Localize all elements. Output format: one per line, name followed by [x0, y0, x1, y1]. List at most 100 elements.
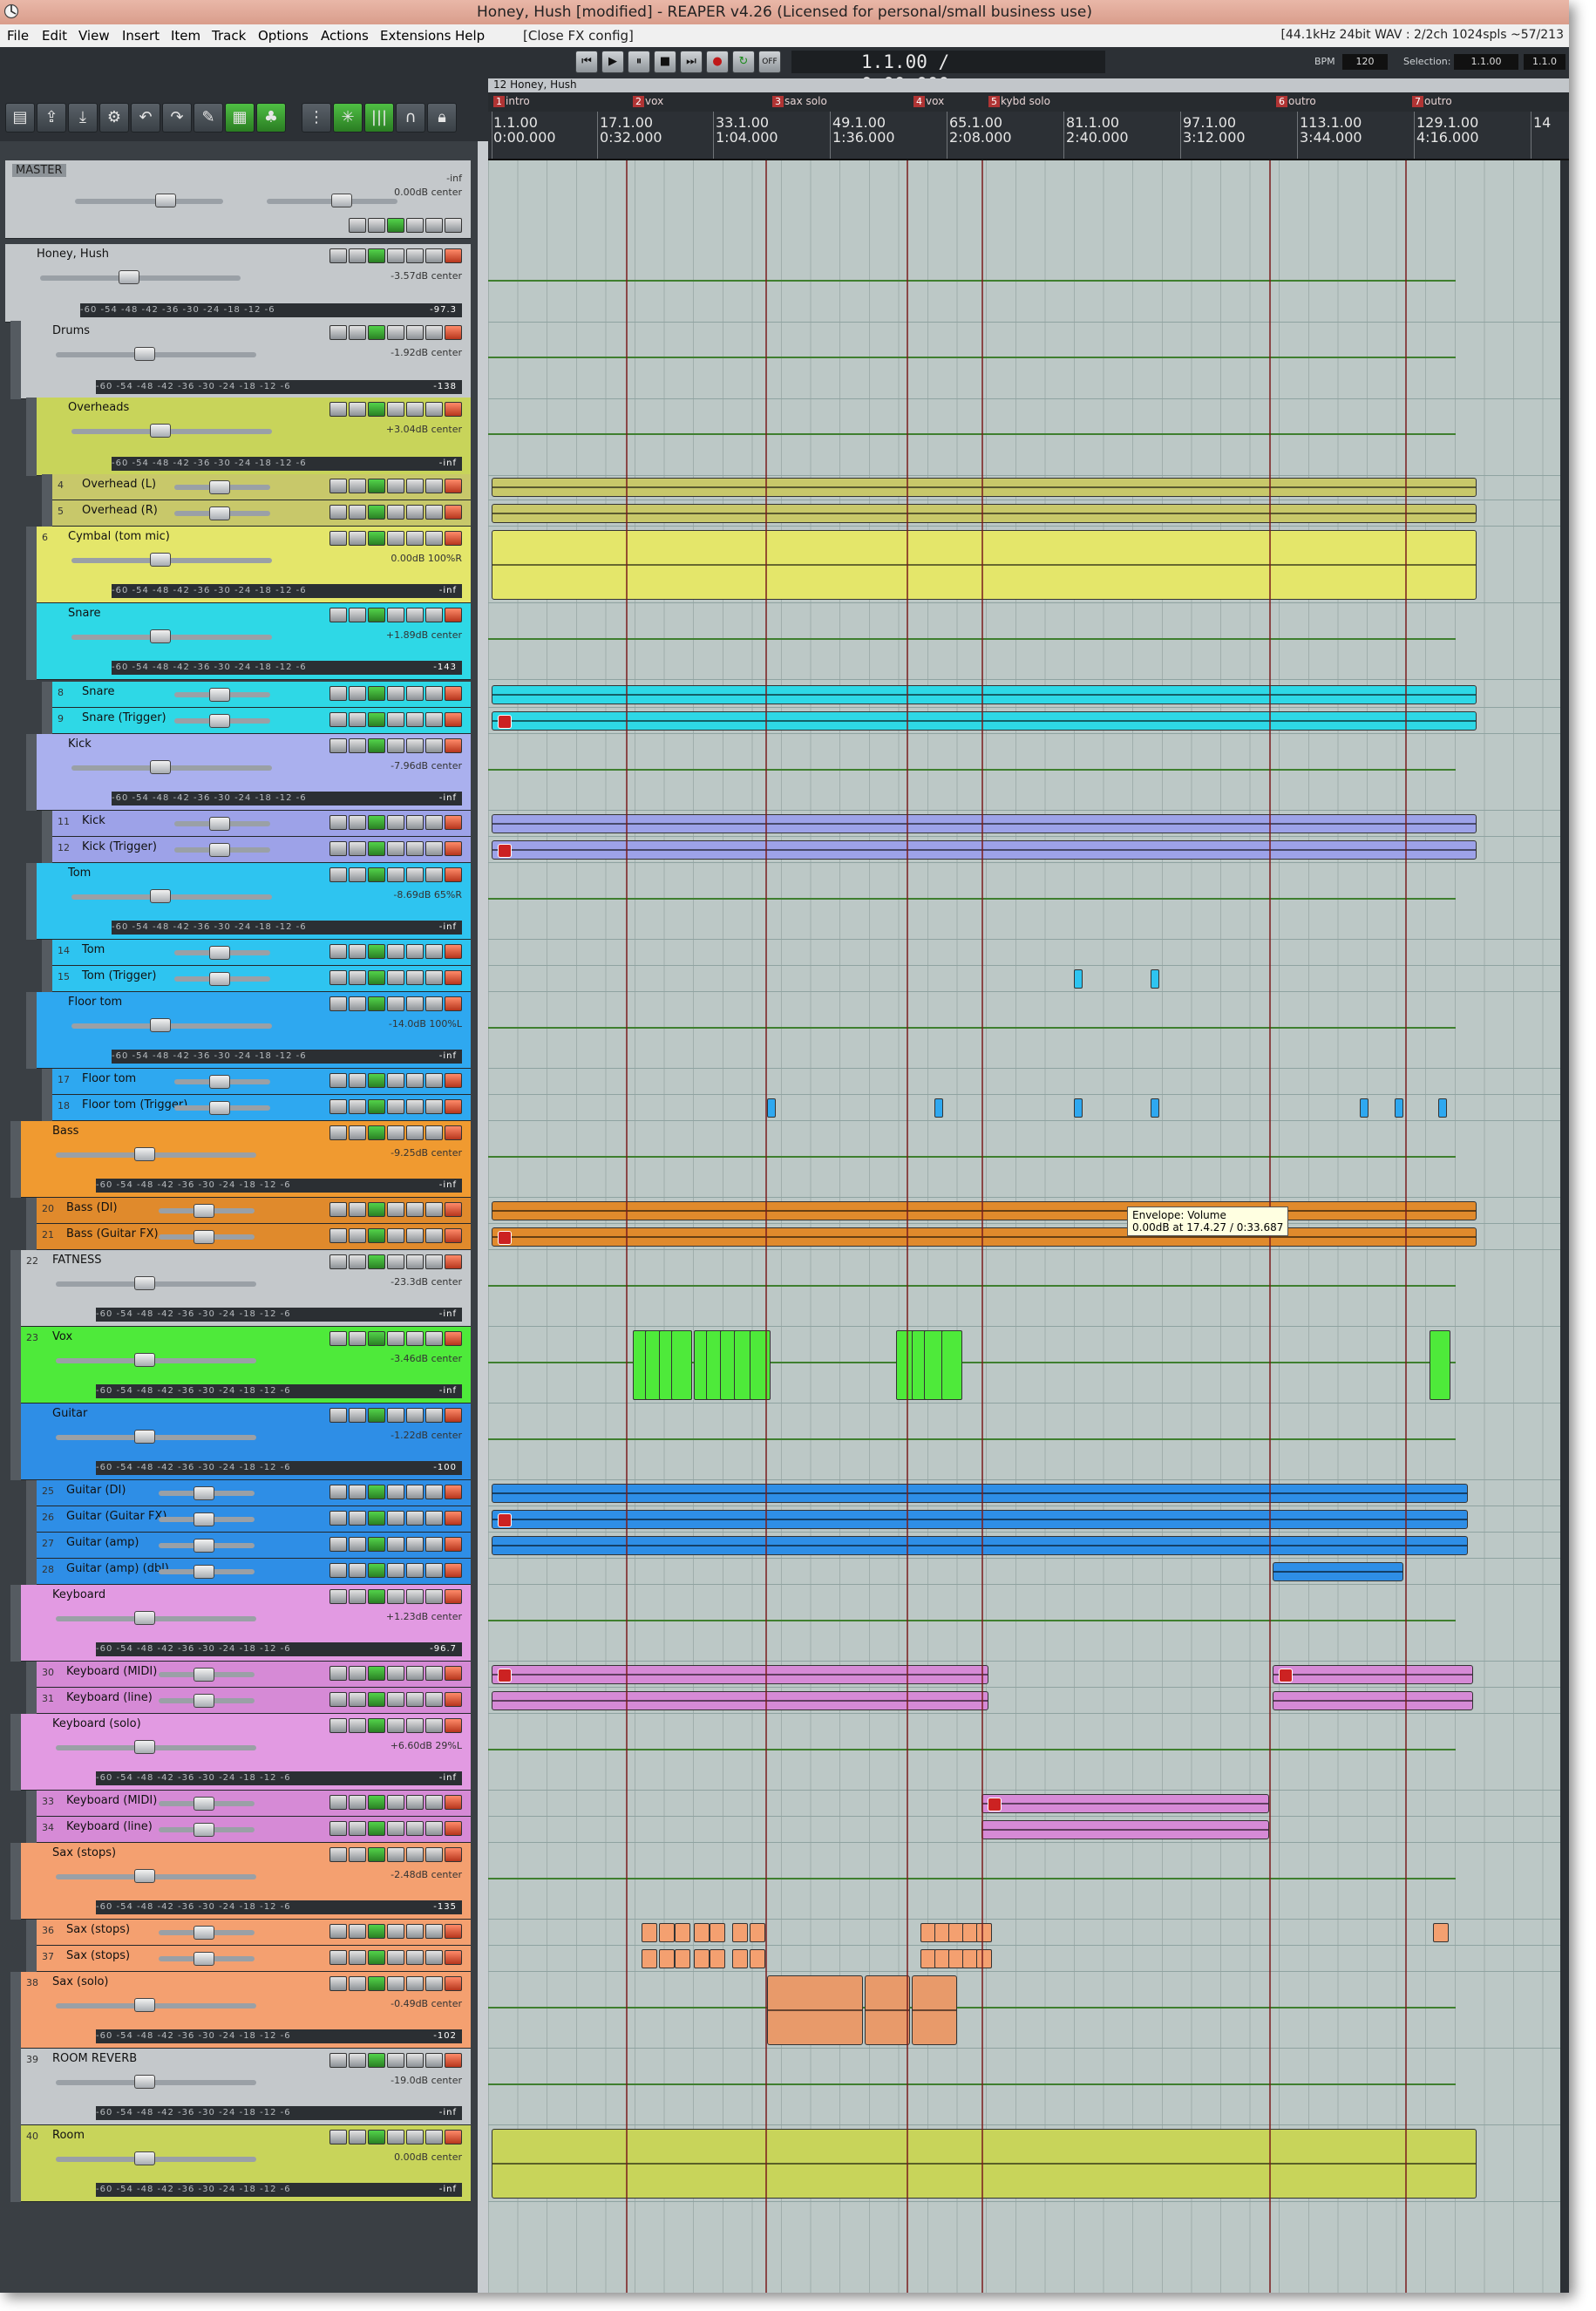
fx-power-button[interactable] — [387, 608, 404, 622]
track-name[interactable]: Sax (stops) — [66, 1949, 130, 1962]
media-item[interactable] — [492, 1201, 1477, 1220]
io-button[interactable] — [329, 1976, 347, 1991]
fx-button[interactable] — [368, 531, 385, 546]
io-button[interactable] — [329, 1537, 347, 1552]
record-arm-button[interactable] — [406, 1511, 424, 1526]
env-button[interactable] — [349, 1589, 366, 1604]
ripple-edit-icon[interactable]: ♣ — [256, 103, 286, 133]
media-item[interactable] — [694, 1923, 710, 1942]
track-name[interactable]: Cymbal (tom mic) — [68, 530, 170, 543]
fx-button[interactable] — [368, 1821, 385, 1836]
track-header[interactable]: 31 Keyboard (line) — [37, 1688, 471, 1714]
mute-button[interactable] — [425, 608, 443, 622]
fx-button[interactable] — [368, 1537, 385, 1552]
track-header[interactable]: 9 Snare (Trigger) — [52, 708, 471, 734]
record-arm-button[interactable] — [406, 738, 424, 753]
solo-button[interactable] — [445, 1228, 462, 1243]
env-button[interactable] — [349, 738, 366, 753]
env-button[interactable] — [349, 841, 366, 856]
track-lane[interactable] — [488, 1972, 1569, 2049]
track-header[interactable]: 8 Snare — [52, 682, 471, 708]
volume-knob[interactable] — [209, 817, 230, 831]
volume-knob[interactable] — [194, 1486, 214, 1500]
track-lane[interactable] — [488, 398, 1569, 476]
fx-button[interactable] — [368, 738, 385, 753]
solo-button[interactable] — [445, 505, 462, 520]
env-button[interactable] — [349, 1125, 366, 1140]
volume-fader[interactable] — [71, 558, 272, 563]
volume-knob[interactable] — [209, 843, 230, 857]
track-name[interactable]: Honey, Hush — [37, 248, 109, 261]
record-arm-button[interactable] — [406, 1795, 424, 1810]
fx-power-button[interactable] — [387, 712, 404, 727]
env-button[interactable] — [349, 1254, 366, 1269]
track-name[interactable]: Kick — [68, 737, 92, 751]
track-name[interactable]: Keyboard (line) — [66, 1820, 153, 1833]
io-button[interactable] — [329, 686, 347, 701]
record-arm-button[interactable] — [406, 1073, 424, 1088]
track-lane[interactable] — [488, 940, 1569, 966]
mute-button[interactable] — [425, 2053, 443, 2068]
volume-knob[interactable] — [150, 424, 171, 438]
volume-knob[interactable] — [134, 1353, 155, 1367]
volume-knob[interactable] — [194, 1512, 214, 1526]
media-item[interactable] — [492, 685, 1477, 704]
fx-button[interactable] — [368, 1589, 385, 1604]
stop-button[interactable]: ■ — [654, 51, 676, 73]
track-name[interactable]: Kick (Trigger) — [82, 840, 157, 853]
fx-button[interactable] — [368, 1666, 385, 1681]
track-lane[interactable] — [488, 321, 1569, 399]
track-header[interactable]: 30 Keyboard (MIDI) — [37, 1662, 471, 1688]
volume-envelope[interactable] — [488, 2083, 1456, 2085]
solo-button[interactable] — [445, 1821, 462, 1836]
volume-fader[interactable] — [56, 1435, 256, 1440]
volume-fader[interactable] — [56, 2003, 256, 2009]
volume-knob[interactable] — [194, 1230, 214, 1244]
fx-power-button[interactable] — [387, 505, 404, 520]
record-arm-button[interactable] — [406, 1099, 424, 1114]
env-button[interactable] — [349, 1950, 366, 1965]
fx-power-button[interactable] — [387, 1202, 404, 1217]
fx-button[interactable] — [368, 867, 385, 882]
volume-knob[interactable] — [134, 1998, 155, 2012]
io-button[interactable] — [329, 970, 347, 985]
track-name[interactable]: Sax (stops) — [52, 1846, 116, 1859]
track-lane[interactable] — [488, 244, 1569, 323]
volume-knob[interactable] — [119, 270, 139, 284]
solo-button[interactable] — [445, 402, 462, 417]
media-item[interactable] — [912, 1975, 957, 2045]
go-to-start-button[interactable]: ⏮ — [575, 51, 598, 73]
media-item[interactable] — [492, 711, 1477, 731]
track-header[interactable]: 23 Vox -3.46dB center -60 -54 -48 -42 -36 -… — [21, 1327, 471, 1404]
env-button[interactable] — [349, 248, 366, 263]
media-item[interactable] — [865, 1975, 910, 2045]
track-header[interactable]: 5 Overhead (R) — [52, 500, 471, 527]
mute-button[interactable] — [425, 505, 443, 520]
media-item[interactable] — [642, 1923, 657, 1942]
volume-fader[interactable] — [56, 1874, 256, 1879]
fx-power-button[interactable] — [387, 1228, 404, 1243]
fx-button[interactable] — [387, 218, 404, 233]
volume-knob[interactable] — [194, 1823, 214, 1837]
fx-power-button[interactable] — [387, 944, 404, 959]
mute-button[interactable] — [425, 1795, 443, 1810]
mute-button[interactable] — [425, 1950, 443, 1965]
fx-power-button[interactable] — [387, 325, 404, 340]
fx-button[interactable] — [368, 1202, 385, 1217]
mute-button[interactable] — [425, 1228, 443, 1243]
solo-button[interactable] — [445, 248, 462, 263]
fx-button[interactable] — [368, 1073, 385, 1088]
volume-fader[interactable] — [56, 2080, 256, 2085]
mute-button[interactable] — [425, 712, 443, 727]
record-button[interactable]: ● — [706, 51, 729, 73]
env-button[interactable] — [349, 1795, 366, 1810]
media-item[interactable] — [981, 1820, 1269, 1839]
record-arm-button[interactable] — [406, 402, 424, 417]
track-header[interactable]: Honey, Hush -3.57dB center -60 -54 -48 -42… — [5, 244, 471, 323]
track-name[interactable]: Floor tom (Trigger) — [82, 1098, 187, 1111]
record-arm-button[interactable] — [406, 1125, 424, 1140]
track-header[interactable]: Sax (stops) -2.48dB center -60 -54 -48 -42… — [21, 1843, 471, 1920]
media-item[interactable] — [492, 530, 1477, 600]
menu-item[interactable]: Item — [171, 28, 200, 44]
env-button[interactable] — [349, 505, 366, 520]
